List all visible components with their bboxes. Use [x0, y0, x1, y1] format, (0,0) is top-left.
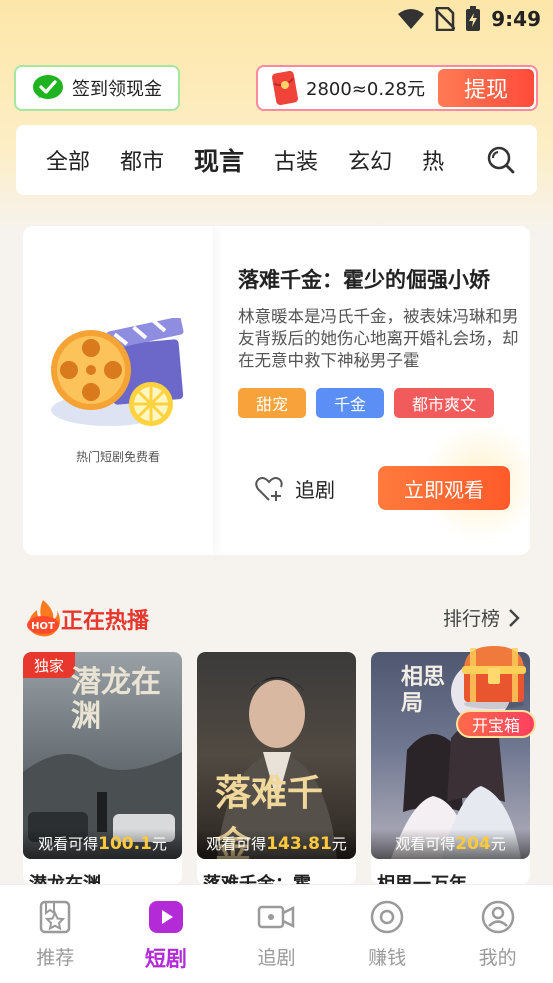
tab-costume[interactable]: 古装	[244, 144, 318, 176]
status-icons: 9:49	[397, 6, 541, 32]
hot-badge-text: HOT	[31, 621, 55, 632]
ranking-label: 排行榜	[442, 608, 500, 630]
nav-recommend[interactable]: 推荐	[0, 885, 111, 983]
withdraw-button[interactable]: 提现	[438, 69, 534, 107]
nav-follow[interactable]: 追剧	[221, 885, 332, 983]
nav-short-drama[interactable]: 短剧	[111, 885, 222, 983]
poster-title: 相思局	[401, 664, 446, 716]
nav-mine[interactable]: 我的	[442, 885, 553, 983]
open-treasure-button[interactable]: 开宝箱	[456, 710, 536, 738]
reward-prefix: 观看可得	[38, 835, 99, 853]
chevron-right-icon	[509, 608, 520, 627]
poster-title: 潜龙在渊	[71, 665, 161, 734]
reward-text: 观看可得100.1元	[23, 829, 182, 859]
tag-urban-drama[interactable]: 都市爽文	[394, 388, 495, 418]
tab-modern-romance[interactable]: 现言	[164, 142, 244, 178]
reward-amount: 204	[455, 834, 491, 854]
drama-card[interactable]: 独家 潜龙在渊 观看可得100.1元 潜龙在渊	[23, 652, 182, 884]
tab-all[interactable]: 全部	[16, 144, 90, 176]
reward-unit: 元	[490, 835, 506, 853]
drama-name: 潜龙在渊	[29, 870, 101, 884]
nav-label: 追剧	[257, 947, 296, 969]
heart-plus-icon	[255, 476, 283, 501]
status-bar: 9:49	[0, 0, 553, 38]
film-reel-clapper-icon	[51, 318, 184, 426]
bottom-nav: 推荐 短剧 追剧 赚钱 我的	[0, 884, 553, 983]
star-book-icon	[40, 900, 71, 934]
featured-poster[interactable]: 热门短剧免费看	[23, 226, 213, 555]
search-button[interactable]	[467, 125, 537, 195]
section-title: 正在热播	[61, 609, 150, 634]
reward-amount: 100.1	[98, 834, 152, 854]
signin-label: 签到领现金	[72, 79, 162, 100]
follow-label: 追剧	[295, 478, 335, 502]
drama-poster[interactable]: 落难千金 观看可得143.81元	[197, 652, 356, 859]
battery-charging-icon	[466, 6, 481, 31]
featured-drama-card[interactable]: 热门短剧免费看 落难千金：霍少的倔强小娇 林意暖本是冯氏千金，被表妹冯琳和男友背…	[23, 226, 530, 555]
red-envelope-icon	[272, 70, 298, 106]
featured-description: 林意暖本是冯氏千金，被表妹冯琳和男友背叛后的她伤心地离开婚礼会场，却在无意中救下…	[238, 307, 519, 370]
coin-icon	[370, 900, 404, 934]
exclusive-badge: 独家	[23, 652, 75, 678]
drama-card[interactable]: 落难千金 观看可得143.81元 落难千金：霍	[197, 652, 356, 884]
reward-prefix: 观看可得	[395, 835, 456, 853]
nav-label: 赚钱	[368, 947, 407, 969]
play-icon	[148, 901, 183, 933]
featured-tags: 甜宠 千金 都市爽文	[238, 388, 495, 418]
nav-label: 推荐	[36, 947, 75, 969]
wifi-icon	[398, 9, 425, 29]
nav-label: 我的	[478, 947, 517, 969]
poster-caption: 热门短剧免费看	[75, 450, 160, 464]
search-icon	[487, 146, 515, 174]
tag-heiress[interactable]: 千金	[316, 388, 385, 418]
video-camera-icon	[258, 905, 295, 929]
no-sim-icon	[435, 7, 456, 31]
follow-button[interactable]: 追剧	[255, 474, 335, 503]
user-icon	[481, 900, 514, 934]
watch-now-button[interactable]: 立即观看	[378, 466, 510, 510]
treasure-chest-icon[interactable]	[456, 640, 532, 710]
reward-unit: 元	[331, 835, 347, 853]
ranking-link[interactable]: 排行榜	[443, 604, 520, 631]
reward-unit: 元	[151, 835, 167, 853]
featured-title: 落难千金：霍少的倔强小娇	[238, 268, 490, 292]
coin-balance-box[interactable]: 2800≈0.28元 提现	[256, 65, 538, 111]
tab-urban[interactable]: 都市	[90, 144, 164, 176]
hot-flame-icon: HOT	[27, 600, 60, 637]
drama-name: 落难千金：霍	[203, 870, 311, 884]
reward-amount: 143.81	[266, 834, 332, 854]
tab-hot[interactable]: 热	[392, 144, 444, 176]
category-tabs: 全部 都市 现言 古装 玄幻 热	[16, 125, 537, 195]
drama-name: 相思一万年	[377, 870, 467, 884]
tag-sweet[interactable]: 甜宠	[238, 388, 307, 418]
wechat-check-icon	[33, 75, 63, 99]
signin-cash-button[interactable]: 签到领现金	[14, 65, 180, 111]
nav-label: 短剧	[144, 947, 187, 971]
reward-text: 观看可得204元	[371, 829, 530, 859]
reward-text: 观看可得143.81元	[197, 829, 356, 859]
hot-section-header: HOT 正在热播 排行榜	[23, 598, 530, 638]
coin-balance-text: 2800≈0.28元	[306, 79, 425, 100]
drama-poster[interactable]: 独家 潜龙在渊 观看可得100.1元	[23, 652, 182, 859]
status-time: 9:49	[491, 7, 541, 31]
tab-fantasy[interactable]: 玄幻	[318, 144, 392, 176]
reward-prefix: 观看可得	[206, 835, 267, 853]
nav-earn[interactable]: 赚钱	[332, 885, 443, 983]
